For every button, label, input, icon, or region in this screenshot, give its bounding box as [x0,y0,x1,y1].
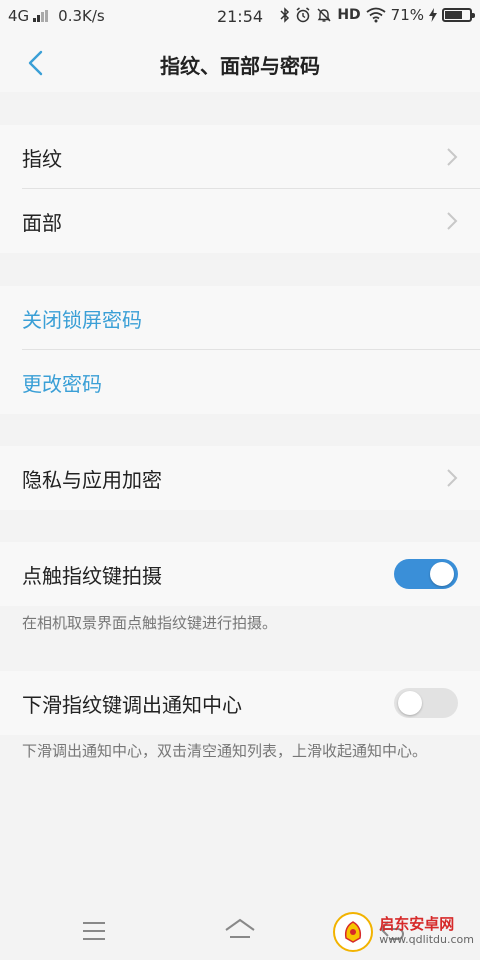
watermark-url: www.qdlitdu.com [379,933,474,946]
change-password-item[interactable]: 更改密码 [0,350,480,414]
camera-shoot-item: 点触指纹键拍摄 [0,542,480,606]
toggle-knob [398,691,422,715]
face-item[interactable]: 面部 [0,189,480,253]
toggle-knob [430,562,454,586]
bluetooth-icon [280,7,290,23]
change-password-label: 更改密码 [22,371,102,396]
menu-icon[interactable] [82,920,106,942]
notification-description: 下滑调出通知中心，双击清空通知列表，上滑收起通知中心。 [22,742,428,760]
biometrics-group: 指纹 面部 [0,125,480,253]
page-title: 指纹、面部与密码 [160,54,320,78]
disable-lock-password-item[interactable]: 关闭锁屏密码 [0,286,480,350]
notification-label: 下滑指纹键调出通知中心 [22,692,242,717]
battery-icon [442,8,475,22]
charging-icon [429,8,437,22]
wifi-icon [366,7,386,23]
watermark-logo-icon [333,912,374,952]
battery-percent: 71% [390,6,424,24]
password-group: 关闭锁屏密码 更改密码 [0,286,480,414]
privacy-group: 隐私与应用加密 [0,446,480,510]
camera-shoot-toggle[interactable] [394,559,458,589]
mute-bell-icon [317,8,331,22]
notification-group: 下滑指纹键调出通知中心 [0,671,480,735]
fingerprint-label: 指纹 [22,146,62,171]
status-bar: 4G 0.3K/s 21:54 HD 71% [0,0,480,34]
camera-shoot-group: 点触指纹键拍摄 [0,542,480,606]
watermark: 启东安卓网 www.qdlitdu.com [333,912,474,952]
watermark-name: 启东安卓网 [379,915,455,933]
camera-shoot-label: 点触指纹键拍摄 [22,563,162,588]
notification-item: 下滑指纹键调出通知中心 [0,671,480,735]
battery-fill [445,11,462,19]
status-right: HD 71% [280,6,475,24]
alarm-icon [296,7,310,23]
title-bar: 指纹、面部与密码 [0,34,480,92]
hd-indicator: HD [337,7,361,23]
disable-lock-password-label: 关闭锁屏密码 [22,307,142,332]
home-icon[interactable] [224,917,256,945]
face-label: 面部 [22,210,62,235]
camera-shoot-description: 在相机取景界面点触指纹键进行拍摄。 [22,614,278,632]
chevron-right-icon [447,148,458,166]
privacy-encrypt-label: 隐私与应用加密 [22,467,162,492]
chevron-right-icon [447,212,458,230]
chevron-right-icon [447,469,458,487]
notification-toggle[interactable] [394,688,458,718]
fingerprint-item[interactable]: 指纹 [0,125,480,189]
watermark-text: 启东安卓网 www.qdlitdu.com [379,916,474,948]
privacy-encrypt-item[interactable]: 隐私与应用加密 [0,446,480,510]
